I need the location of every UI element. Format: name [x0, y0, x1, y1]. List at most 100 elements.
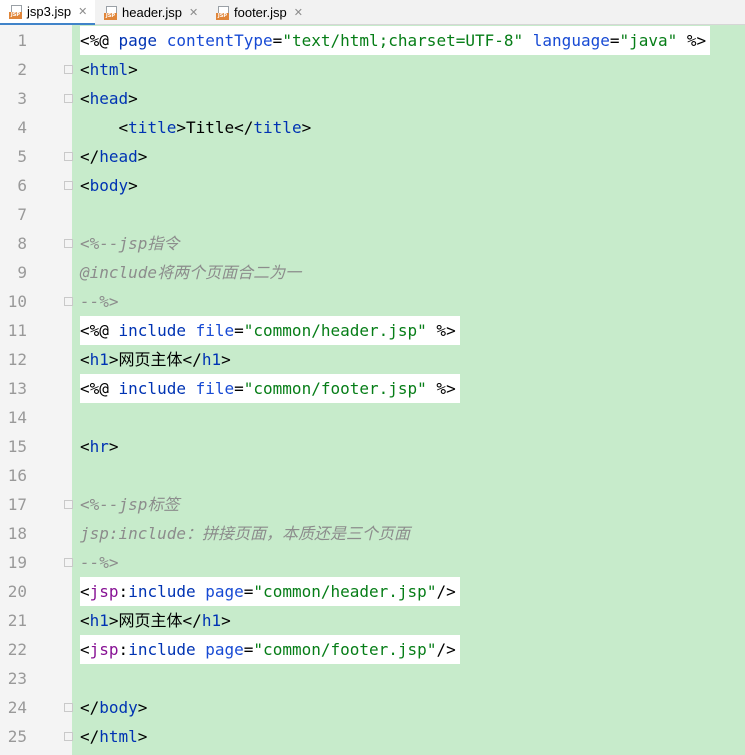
fold-marker-icon[interactable] — [64, 703, 73, 712]
code-line[interactable]: 12 <h1>网页主体</h1> — [0, 345, 745, 374]
code-token: > — [128, 176, 138, 195]
line-number: 25 — [7, 727, 27, 746]
code-line[interactable]: 13 <%@ include file="common/footer.jsp" %… — [0, 374, 745, 403]
code-token: --%> — [80, 292, 119, 311]
code-text: @include将两个页面合二为一 — [80, 258, 301, 287]
code-token: %> — [677, 31, 707, 50]
jsp-file-icon: JSP — [9, 4, 22, 19]
code-token: body — [89, 176, 129, 195]
tab-footer[interactable]: JSP footer.jsp ✕ — [207, 0, 317, 25]
code-line[interactable]: 10 --%> — [0, 287, 745, 316]
code-token: "common/header.jsp" — [253, 582, 437, 601]
code-token: head — [89, 89, 129, 108]
code-line[interactable]: 4 <title>Title</title> — [0, 113, 745, 142]
code-token: title — [253, 118, 302, 137]
code-token: > — [137, 147, 148, 166]
code-line[interactable]: 24 </body> — [0, 693, 745, 722]
code-token: </ — [80, 147, 100, 166]
close-icon[interactable]: ✕ — [189, 6, 198, 19]
code-line[interactable]: 2 <html> — [0, 55, 745, 84]
code-token: h1 — [201, 611, 222, 630]
line-number: 6 — [17, 176, 27, 195]
code-text: <h1>网页主体</h1> — [80, 606, 231, 635]
code-text: <%--jsp指令 — [80, 229, 179, 258]
code-line[interactable]: 11 <%@ include file="common/header.jsp" %… — [0, 316, 745, 345]
line-number: 21 — [7, 611, 27, 630]
code-token: : — [118, 582, 129, 601]
code-line[interactable]: 18 jsp:include：拼接页面，本质还是三个页面 — [0, 519, 745, 548]
code-text: <head> — [80, 84, 138, 113]
code-line[interactable]: 1 <%@ page contentType="text/html;charset… — [0, 26, 745, 55]
jsp-file-icon: JSP — [104, 5, 117, 20]
code-token: > — [128, 89, 138, 108]
tab-jsp3[interactable]: JSP jsp3.jsp ✕ — [0, 0, 95, 26]
code-token: </ — [80, 727, 100, 746]
code-token: > — [221, 350, 231, 369]
line-number: 4 — [17, 118, 27, 137]
code-line[interactable]: 16 — [0, 461, 745, 490]
code-text: <title>Title</title> — [80, 113, 312, 142]
line-number: 9 — [17, 263, 27, 282]
code-text: <jsp:include page="common/header.jsp"/> — [80, 577, 460, 606]
code-token: < — [80, 118, 129, 137]
code-token: "java" — [619, 31, 678, 50]
code-line[interactable]: 3 <head> — [0, 84, 745, 113]
code-line[interactable]: 5 </head> — [0, 142, 745, 171]
code-text: <%--jsp标签 — [80, 490, 179, 519]
fold-marker-icon[interactable] — [64, 239, 73, 248]
code-text: <html> — [80, 55, 138, 84]
code-text: <h1>网页主体</h1> — [80, 345, 231, 374]
fold-marker-icon[interactable] — [64, 65, 73, 74]
code-token: <%@ — [80, 321, 119, 340]
fold-marker-icon[interactable] — [64, 558, 73, 567]
code-token: > — [137, 727, 148, 746]
fold-marker-icon[interactable] — [64, 94, 73, 103]
code-line[interactable]: 8 <%--jsp指令 — [0, 229, 745, 258]
line-number: 18 — [7, 524, 27, 543]
code-token: < — [80, 176, 90, 195]
fold-marker-icon[interactable] — [64, 152, 73, 161]
code-token: h1 — [201, 350, 222, 369]
code-token: h1 — [89, 611, 109, 630]
close-icon[interactable]: ✕ — [78, 5, 87, 18]
code-line[interactable]: 19 --%> — [0, 548, 745, 577]
code-line[interactable]: 6 <body> — [0, 171, 745, 200]
code-line[interactable]: 22 <jsp:include page="common/footer.jsp"/… — [0, 635, 745, 664]
code-text: <hr> — [80, 432, 119, 461]
tab-header[interactable]: JSP header.jsp ✕ — [95, 0, 207, 25]
code-token: = — [243, 640, 254, 659]
close-icon[interactable]: ✕ — [294, 6, 303, 19]
code-line[interactable]: 14 — [0, 403, 745, 432]
code-editor[interactable]: 1 <%@ page contentType="text/html;charset… — [0, 25, 745, 755]
fold-marker-icon[interactable] — [64, 181, 73, 190]
code-line[interactable]: 25 </html> — [0, 722, 745, 751]
code-text: --%> — [80, 548, 119, 577]
code-line[interactable]: 23 — [0, 664, 745, 693]
code-token: hr — [89, 437, 109, 456]
code-token: < — [80, 611, 90, 630]
code-text: <jsp:include page="common/footer.jsp"/> — [80, 635, 460, 664]
fold-marker-icon[interactable] — [64, 500, 73, 509]
code-token: = — [243, 582, 254, 601]
code-token: <%@ — [80, 31, 119, 50]
code-line[interactable]: 15 <hr> — [0, 432, 745, 461]
code-token: include — [118, 379, 196, 398]
line-number: 10 — [7, 292, 27, 311]
code-token: "text/html;charset=UTF-8" — [282, 31, 524, 50]
line-number: 1 — [17, 31, 27, 50]
code-token: < — [80, 582, 90, 601]
code-token: > — [221, 611, 231, 630]
code-line[interactable]: 21 <h1>网页主体</h1> — [0, 606, 745, 635]
code-token: page — [205, 640, 244, 659]
code-token: > — [301, 118, 312, 137]
tab-label: header.jsp — [122, 5, 182, 20]
line-number: 16 — [7, 466, 27, 485]
code-line[interactable]: 9 @include将两个页面合二为一 — [0, 258, 745, 287]
fold-marker-icon[interactable] — [64, 732, 73, 741]
code-text: </body> — [80, 693, 147, 722]
code-line[interactable]: 17 <%--jsp标签 — [0, 490, 745, 519]
code-line[interactable]: 20 <jsp:include page="common/header.jsp"/… — [0, 577, 745, 606]
fold-marker-icon[interactable] — [64, 297, 73, 306]
code-line[interactable]: 7 — [0, 200, 745, 229]
code-token: "common/footer.jsp" — [243, 379, 427, 398]
